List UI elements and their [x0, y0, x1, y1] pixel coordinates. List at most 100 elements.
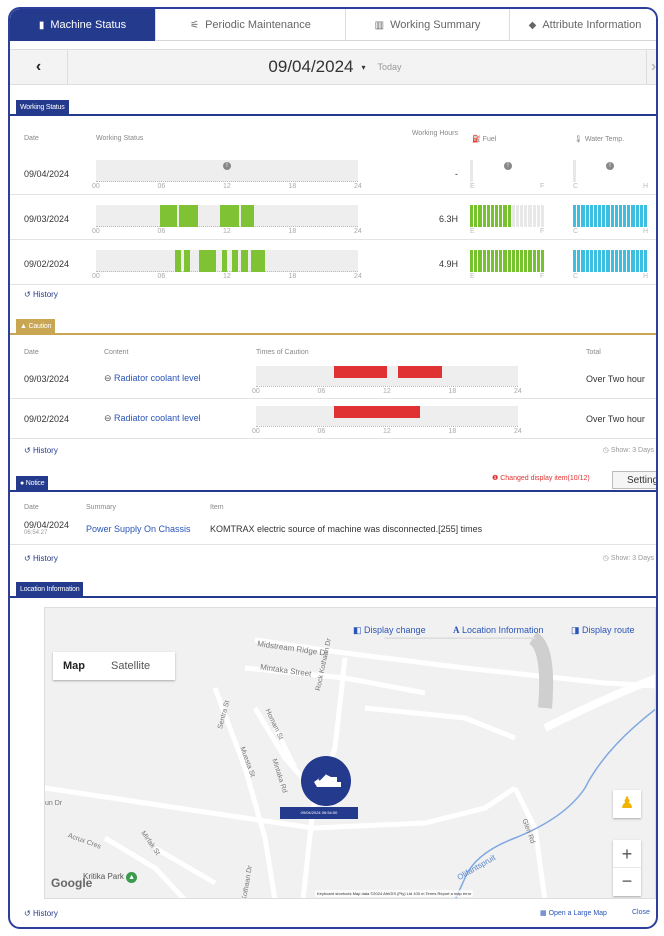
- caution-segment: [333, 366, 387, 378]
- history-label: History: [32, 554, 58, 563]
- street-view-pegman-icon[interactable]: ♟: [613, 790, 641, 818]
- caution-total: Over Two hour: [586, 414, 645, 424]
- info-icon: !: [223, 162, 231, 170]
- map-type-map[interactable]: Map: [53, 652, 103, 680]
- tab-periodic-maintenance[interactable]: ⚟ Periodic Maintenance: [156, 9, 346, 41]
- location-history-link[interactable]: ↺ History: [24, 909, 58, 918]
- tab-attribute-information[interactable]: ◆ Attribute Information: [510, 9, 656, 41]
- location-header: Location Information: [10, 580, 656, 598]
- history-label: History: [32, 446, 58, 455]
- history-label: History: [32, 909, 58, 918]
- tick-label: 12: [383, 388, 391, 395]
- tick-label: 18: [288, 183, 297, 190]
- fuel-icon: ⛽: [472, 136, 481, 143]
- water-cold-label: C: [573, 273, 579, 280]
- caution-show-days[interactable]: ◷ Show: 3 Days: [603, 446, 654, 454]
- notice-history-link[interactable]: ↺ History: [24, 554, 58, 563]
- timeline-ticks: [96, 269, 358, 272]
- chevron-down-icon[interactable]: ▾: [362, 63, 366, 72]
- tick-label: 06: [317, 428, 326, 435]
- previous-day-button[interactable]: ‹: [10, 50, 68, 84]
- water-hot-label: H: [643, 228, 649, 235]
- timeline-ticks: [256, 384, 518, 387]
- next-day-button[interactable]: ›: [646, 50, 656, 84]
- tick-label: 00: [92, 273, 100, 280]
- notice-title: Notice: [25, 480, 45, 487]
- fuel-gauge: [470, 205, 545, 227]
- zoom-control: + −: [613, 840, 641, 896]
- col-item: Item: [210, 504, 224, 511]
- tab-label: Periodic Maintenance: [205, 19, 311, 31]
- divider: [10, 398, 656, 399]
- zoom-in-button[interactable]: +: [613, 840, 641, 868]
- working-status-history-link[interactable]: ↺ History: [24, 290, 58, 299]
- zoom-out-button[interactable]: −: [613, 868, 641, 895]
- tab-machine-status[interactable]: ▮ Machine Status: [10, 9, 156, 41]
- fuel-gauge: [470, 160, 544, 182]
- working-segment: [220, 205, 239, 227]
- location-information-button[interactable]: A Location Information: [453, 625, 544, 635]
- machine-status-panel: ▮ Machine Status ⚟ Periodic Maintenance ▥ W…: [8, 7, 658, 929]
- col-total: Total: [586, 349, 601, 356]
- col-working-status: Working Status: [96, 135, 144, 142]
- bar-chart-icon: ▥: [374, 19, 385, 31]
- col-date: Date: [24, 349, 39, 356]
- wrench-icon: ⚟: [190, 19, 200, 31]
- working-segment: [221, 250, 227, 272]
- col-times-of-caution: Times of Caution: [256, 349, 309, 356]
- letter-a-icon: A: [453, 625, 460, 635]
- park-icon: ▲: [126, 872, 138, 883]
- row-date: 09/04/2024: [24, 169, 70, 179]
- clock-icon: ◷: [602, 555, 609, 562]
- notice-item: KOMTRAX electric source of machine was d…: [210, 524, 483, 534]
- display-change-button[interactable]: ◧ Display change: [353, 625, 426, 636]
- working-segment: [184, 250, 190, 272]
- thermometer-icon: 🌡: [574, 136, 583, 143]
- today-link[interactable]: Today: [378, 62, 402, 72]
- caution-content-link[interactable]: ⊖ Radiator coolant level: [104, 413, 201, 424]
- tick-label: 24: [354, 273, 362, 280]
- location-info-label: Location Information: [462, 625, 544, 635]
- open-large-map-link[interactable]: ▦ Open a Large Map: [540, 909, 607, 917]
- tab-working-summary[interactable]: ▥ Working Summary: [346, 9, 510, 41]
- changed-label: Changed display item(10/12): [500, 475, 590, 482]
- tab-label: Working Summary: [390, 19, 481, 31]
- show-days-label: Show: 3 Days: [610, 447, 654, 454]
- notice-date: 09/04/2024: [24, 520, 70, 530]
- notice-time: 06:54:27: [24, 530, 48, 536]
- working-segment: [232, 250, 238, 272]
- col-date: Date: [24, 135, 39, 142]
- map-type-satellite[interactable]: Satellite: [103, 652, 175, 680]
- current-date[interactable]: 09/04/2024: [268, 57, 353, 77]
- layers-icon: ◧: [353, 625, 362, 635]
- display-route-button[interactable]: ◨ Display route: [571, 625, 635, 636]
- info-icon: ●: [20, 480, 25, 487]
- working-segment: [160, 205, 177, 227]
- notice-summary-link[interactable]: Power Supply On Chassis: [86, 524, 191, 534]
- col-working-hours: Working Hours: [411, 130, 458, 137]
- machine-marker[interactable]: [301, 756, 351, 806]
- map-footer[interactable]: Keyboard shortcuts Map data ©2024 AfriGI…: [315, 890, 474, 897]
- section-title: ● Notice: [16, 476, 49, 492]
- coolant-icon: ⊖: [104, 413, 115, 423]
- tick-label: 06: [157, 228, 166, 235]
- section-title: ▲ Caution: [16, 319, 56, 335]
- map-type-control: Map Satellite: [53, 652, 175, 680]
- col-content: Content: [104, 349, 129, 356]
- tick-label: 12: [223, 273, 231, 280]
- tick-label: 24: [354, 183, 362, 190]
- caution-segment: [397, 366, 442, 378]
- marker-timestamp: 09/04/2024 06:54:50: [280, 807, 358, 819]
- setting-button[interactable]: Setting: [612, 471, 656, 489]
- notice-show-days[interactable]: ◷ Show: 3 Days: [603, 554, 654, 562]
- location-map[interactable]: Midstream Ridge Dr Mintaka Street Rock K…: [44, 607, 656, 899]
- row-date: 09/02/2024: [24, 259, 70, 269]
- close-map-link[interactable]: Close: [632, 909, 650, 916]
- working-hours: 6.3H: [438, 214, 458, 224]
- google-logo: Google: [51, 876, 93, 890]
- clock-icon: ◷: [602, 447, 609, 454]
- date-selector[interactable]: 09/04/2024 ▾ Today: [10, 50, 656, 84]
- caution-content-link[interactable]: ⊖ Radiator coolant level: [104, 373, 201, 384]
- caution-content-label: Radiator coolant level: [114, 413, 201, 423]
- caution-history-link[interactable]: ↺ History: [24, 446, 58, 455]
